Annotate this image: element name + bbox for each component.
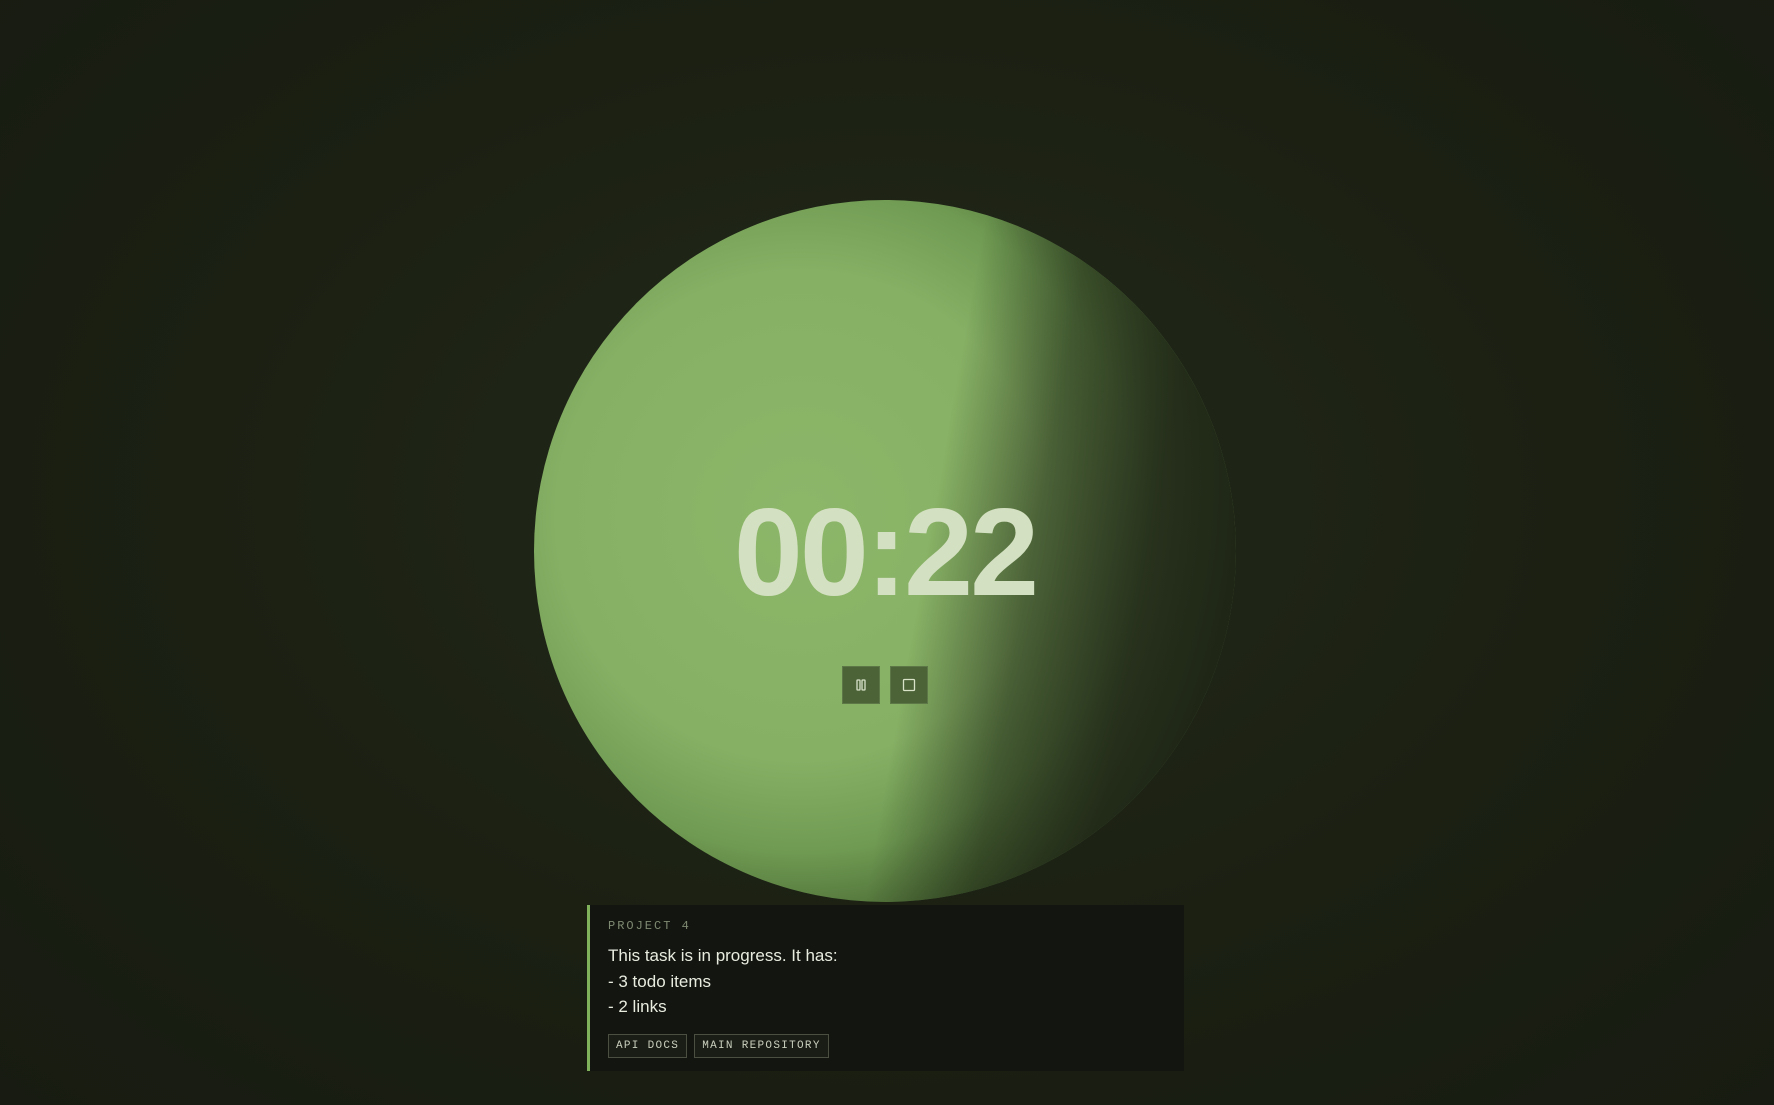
task-todo-count-line: - 3 todo items xyxy=(608,971,711,991)
task-description-line: This task is in progress. It has: xyxy=(608,946,838,965)
pause-icon xyxy=(854,678,868,692)
timer-display: 00:22 xyxy=(733,484,1039,622)
stop-button[interactable] xyxy=(890,666,928,704)
link-api-docs[interactable]: API DOCS xyxy=(608,1033,688,1058)
task-card: PROJECT 4 This task is in progress. It h… xyxy=(587,905,1184,1071)
pause-button[interactable] xyxy=(842,666,880,704)
stop-icon xyxy=(902,678,916,692)
project-label: PROJECT 4 xyxy=(608,919,691,933)
timer-controls xyxy=(842,666,928,704)
link-main-repository[interactable]: MAIN REPOSITORY xyxy=(694,1033,829,1058)
task-links-count-line: - 2 links xyxy=(608,997,667,1016)
task-links: API DOCS MAIN REPOSITORY xyxy=(608,1033,1166,1058)
